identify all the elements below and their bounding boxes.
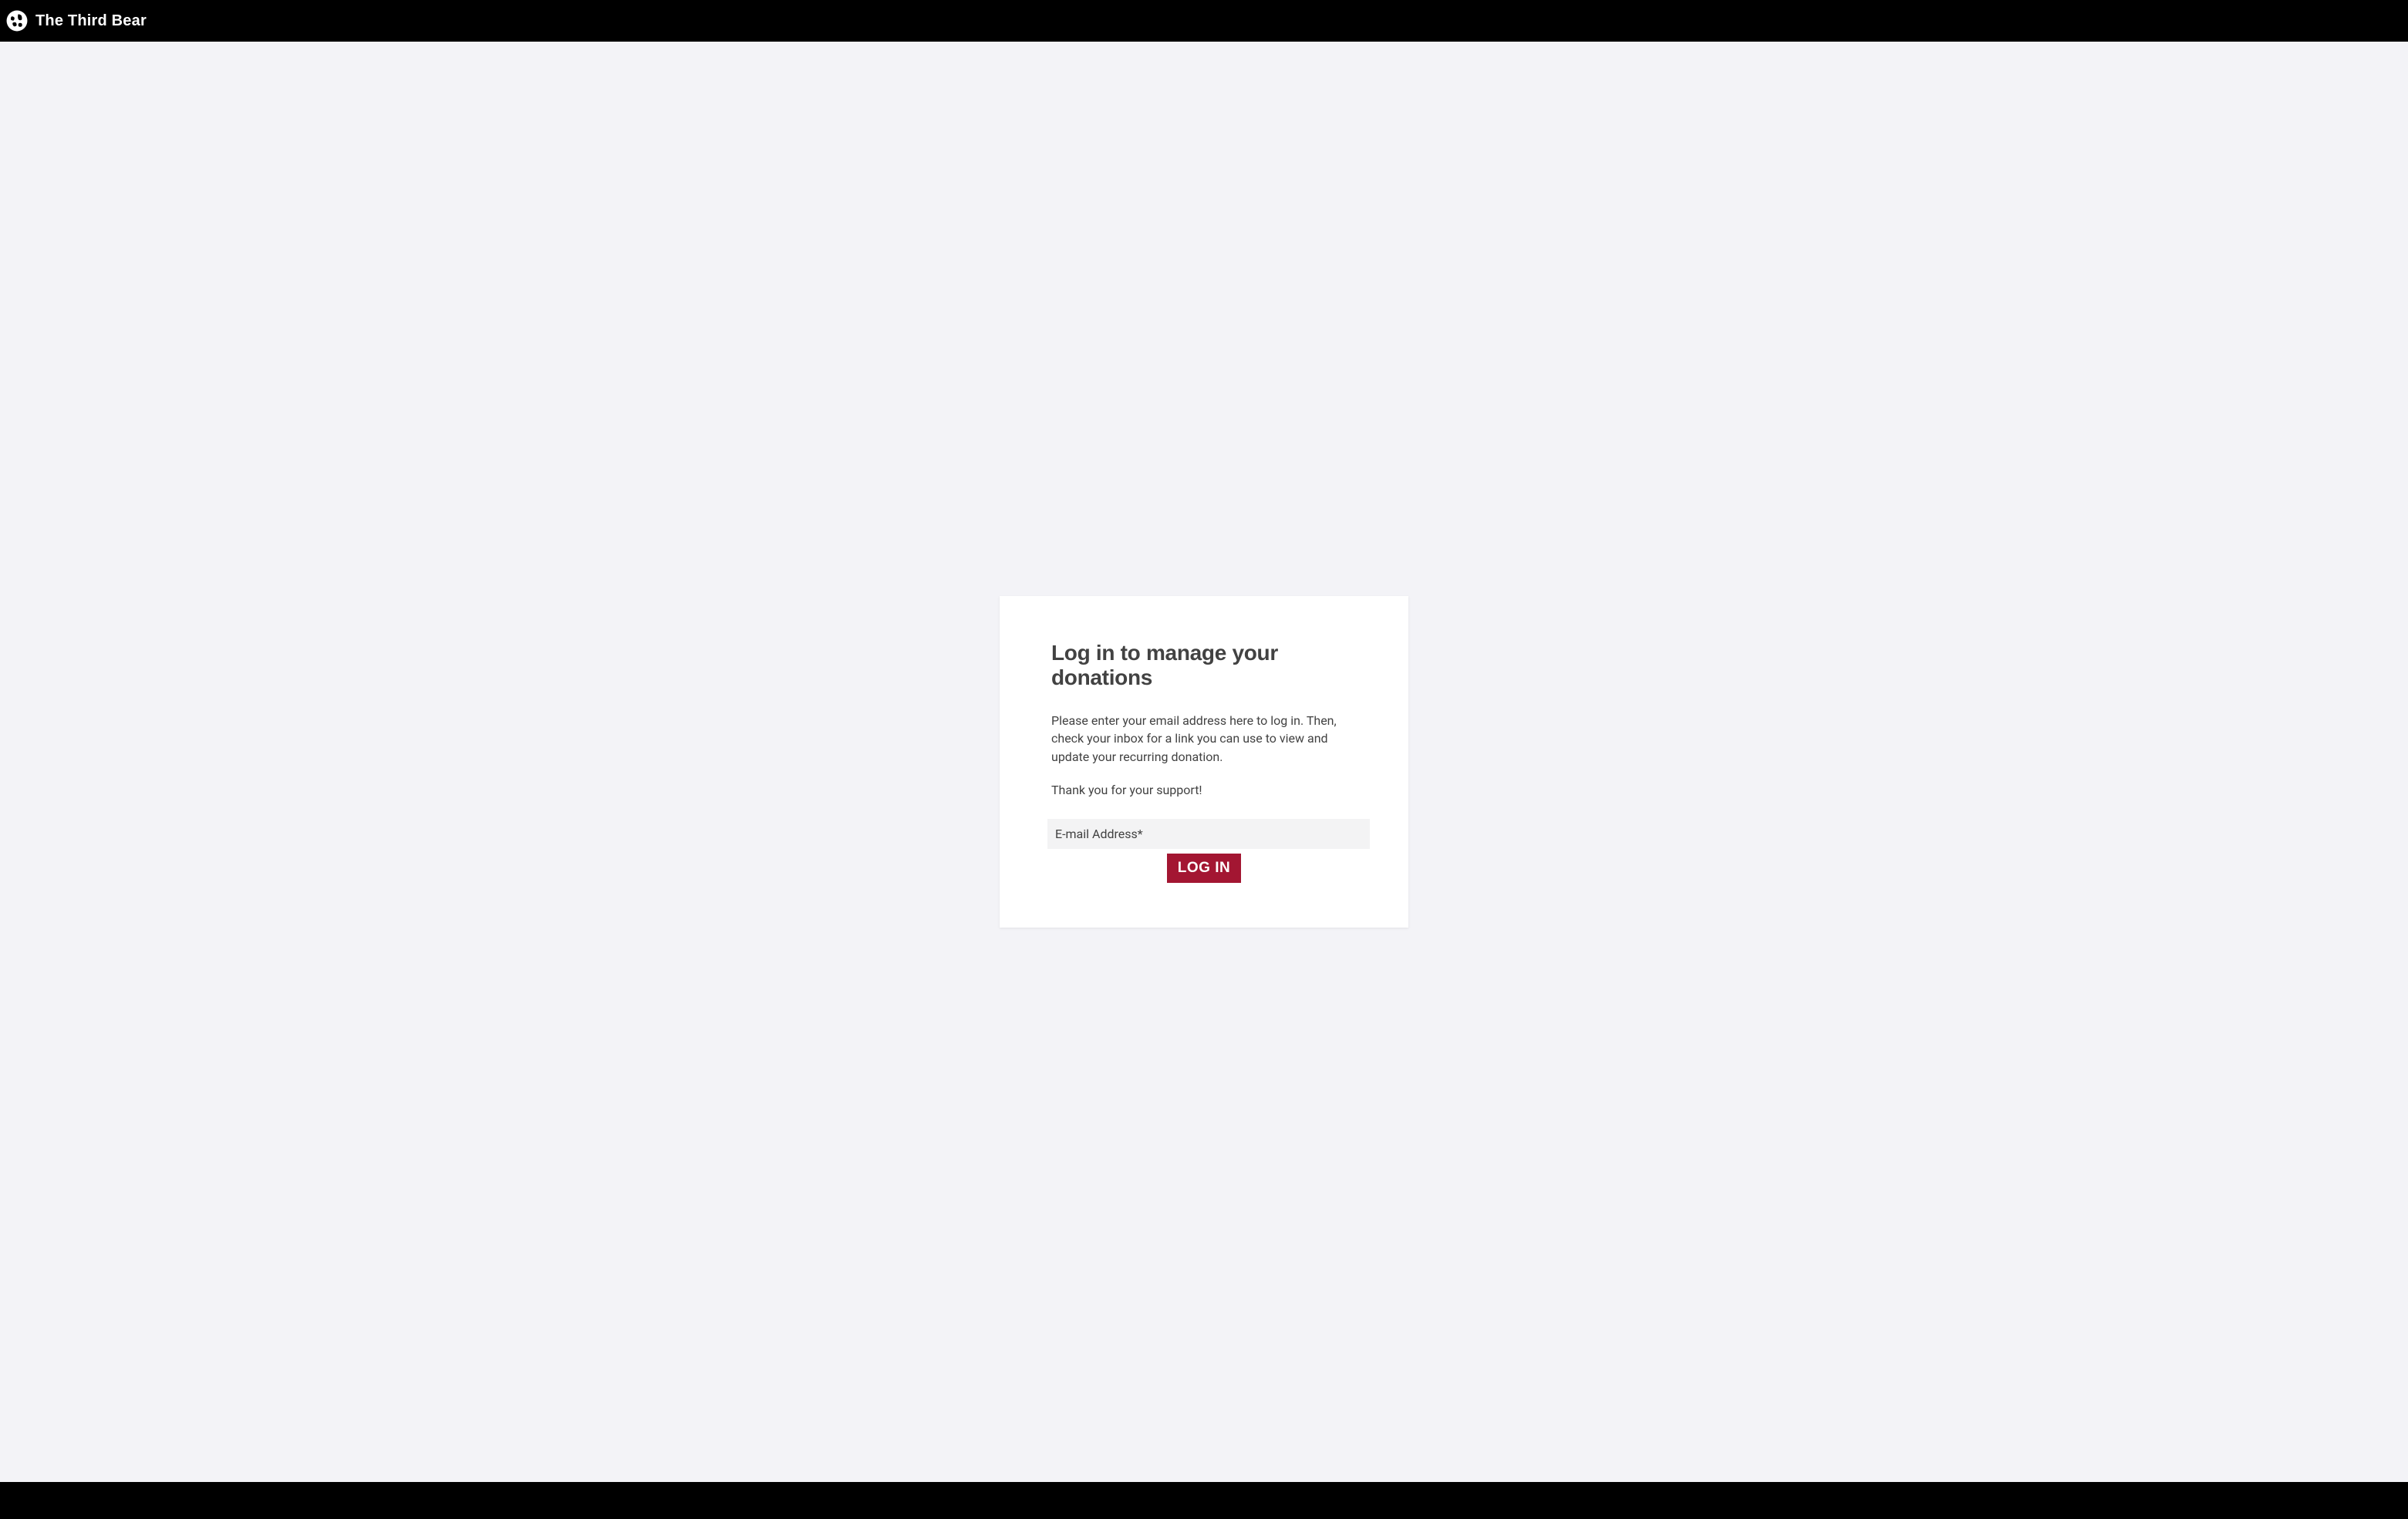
main-content: Log in to manage your donations Please e… <box>0 42 2408 1482</box>
button-container: LOG IN <box>1051 854 1357 883</box>
globe-icon <box>6 10 28 32</box>
login-card: Log in to manage your donations Please e… <box>1000 596 1408 928</box>
card-thanks: Thank you for your support! <box>1051 781 1357 799</box>
page-footer <box>0 1482 2408 1519</box>
card-title: Log in to manage your donations <box>1051 641 1357 690</box>
card-description: Please enter your email address here to … <box>1051 712 1357 766</box>
page-header: The Third Bear <box>0 0 2408 42</box>
email-field[interactable] <box>1047 819 1370 849</box>
site-name: The Third Bear <box>35 12 147 30</box>
login-button[interactable]: LOG IN <box>1167 854 1241 883</box>
logo-container[interactable]: The Third Bear <box>6 10 147 32</box>
